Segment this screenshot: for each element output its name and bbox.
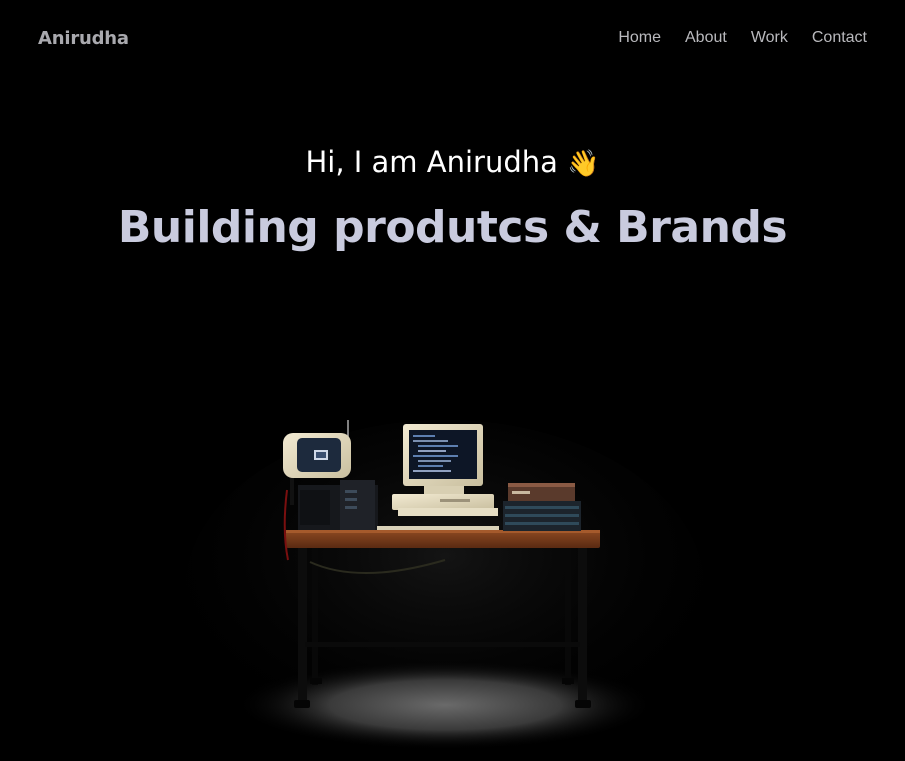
stacked-devices	[503, 483, 581, 531]
desk-setup-illustration	[185, 420, 705, 760]
top-navbar: Anirudha Home About Work Contact	[0, 0, 905, 80]
nav-link-contact[interactable]: Contact	[812, 29, 867, 47]
nav-link-home[interactable]: Home	[618, 29, 661, 47]
nav-link-about[interactable]: About	[685, 29, 727, 47]
nav-links: Home About Work Contact	[618, 29, 867, 47]
hero-greeting: Hi, I am Anirudha 👋	[0, 145, 905, 179]
hero-headline: Building produtcs & Brands	[117, 202, 788, 253]
brand-logo[interactable]: Anirudha	[38, 28, 129, 49]
greeting-text: Hi, I am Anirudha	[305, 145, 558, 179]
nav-link-work[interactable]: Work	[751, 29, 788, 47]
equipment-rack	[298, 480, 378, 530]
waving-hand-icon: 👋	[567, 149, 600, 179]
